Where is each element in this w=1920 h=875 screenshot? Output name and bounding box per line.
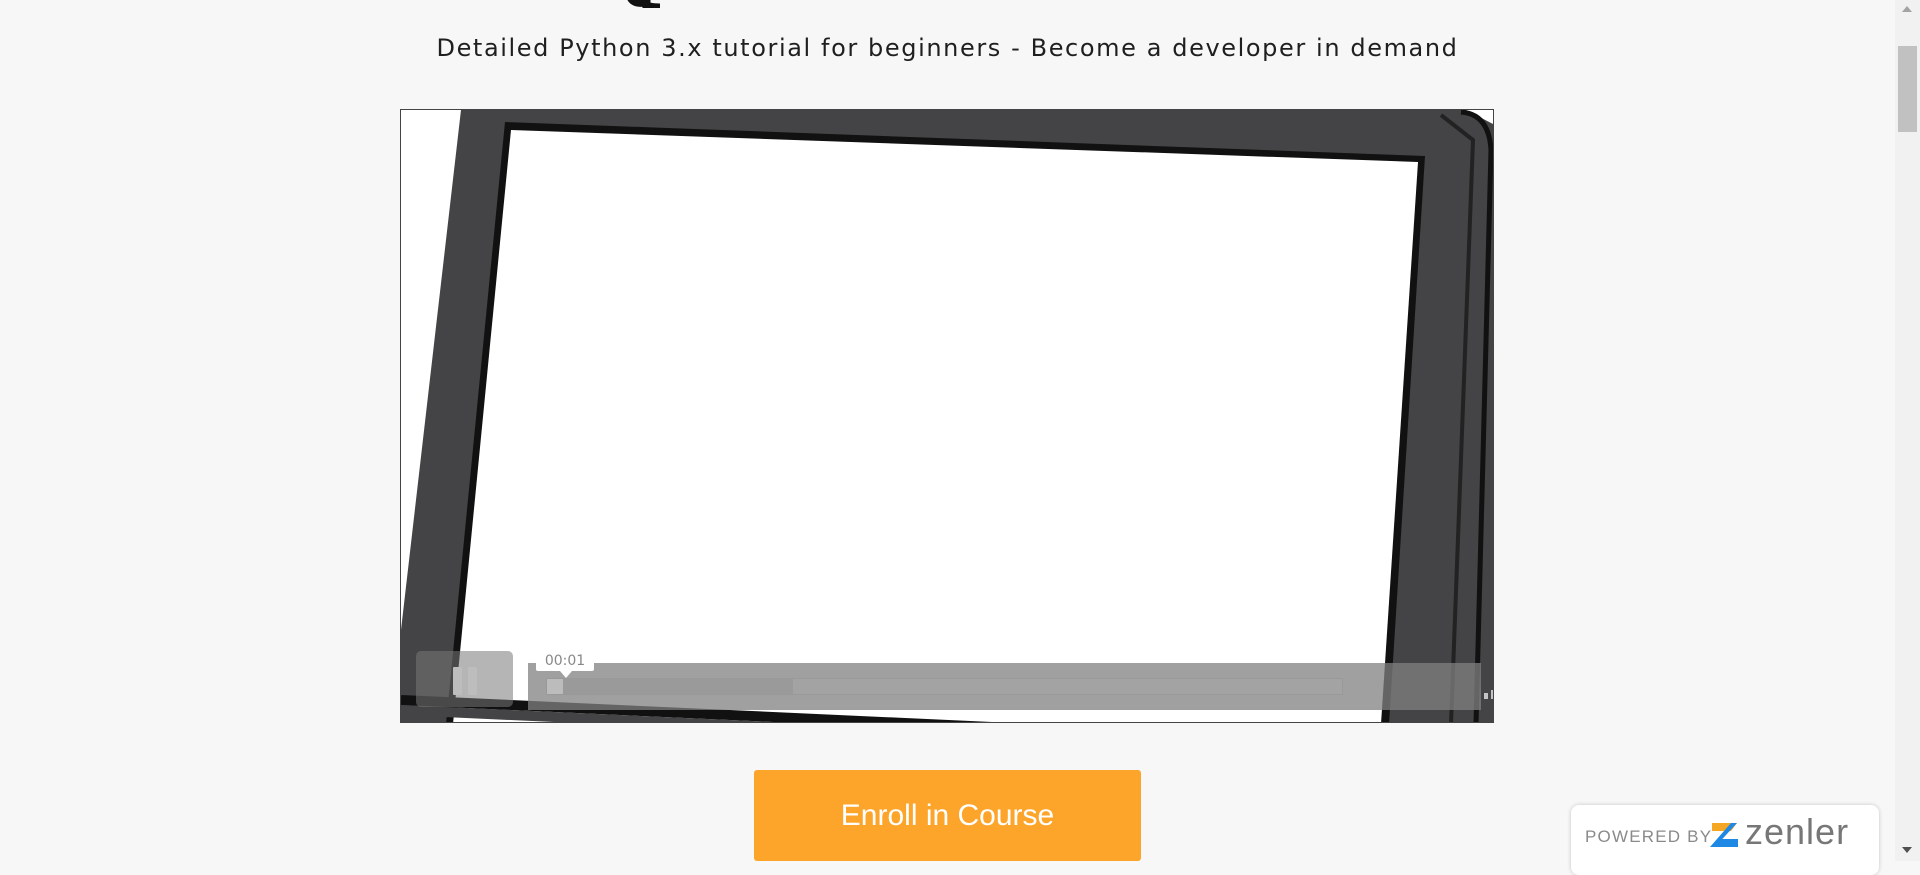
scroll-up-arrow-icon[interactable] xyxy=(1902,6,1912,12)
scrollbar-thumb[interactable] xyxy=(1898,46,1917,132)
progress-played xyxy=(547,679,563,694)
pause-button[interactable] xyxy=(416,651,513,707)
zenler-logo-icon xyxy=(1710,823,1738,847)
zenler-brand-name: zenler xyxy=(1745,811,1850,852)
page-scrollbar[interactable] xyxy=(1895,0,1920,861)
page-title-fragment xyxy=(620,0,720,8)
time-tooltip: 00:01 xyxy=(536,651,594,678)
powered-by-label: POWERED BY xyxy=(1585,827,1713,846)
progress-buffered xyxy=(547,679,794,694)
progress-bar[interactable] xyxy=(546,678,1343,695)
powered-by-badge[interactable]: POWERED BY zenler xyxy=(1571,805,1879,875)
volume-icon[interactable] xyxy=(1482,675,1494,699)
enroll-button[interactable]: Enroll in Course xyxy=(754,770,1141,861)
pause-icon xyxy=(453,667,462,695)
course-subtitle: Detailed Python 3.x tutorial for beginne… xyxy=(436,34,1459,62)
scroll-down-arrow-icon[interactable] xyxy=(1902,847,1912,853)
video-frame xyxy=(401,110,1493,722)
video-player[interactable]: 00:01 xyxy=(400,109,1494,723)
video-control-bar xyxy=(528,663,1493,710)
